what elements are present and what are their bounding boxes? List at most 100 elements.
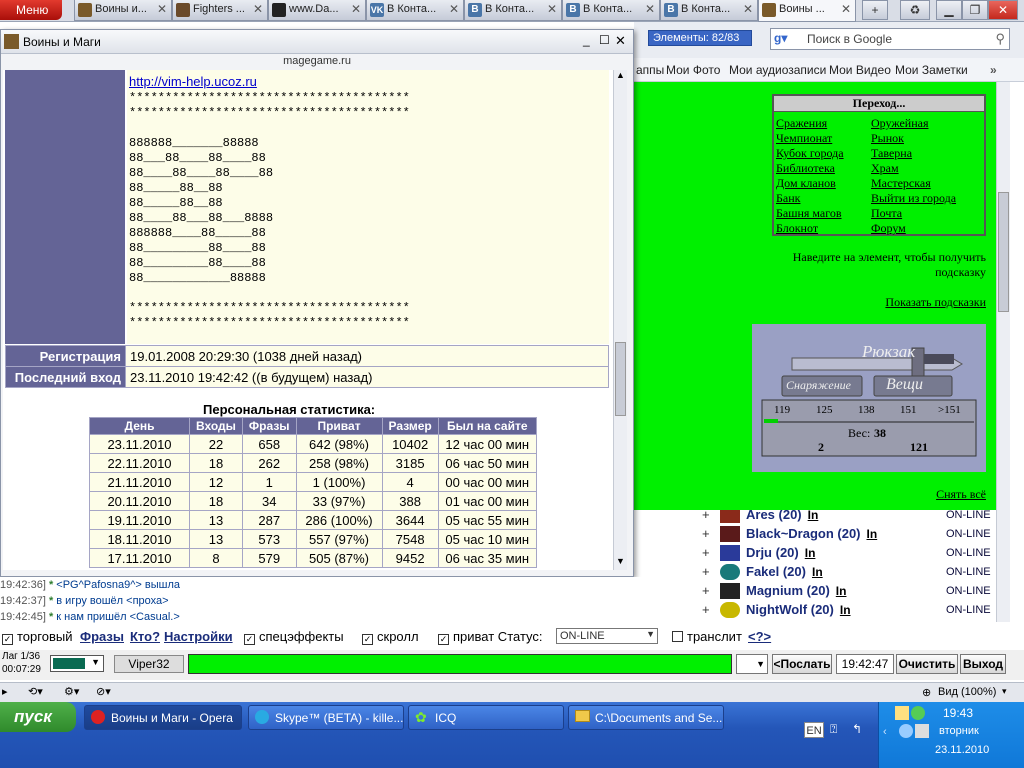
clock-time[interactable]: 19:43 bbox=[943, 706, 973, 720]
taskbar-item-skype[interactable]: Skype™ (BETA) - kille... bbox=[248, 705, 404, 730]
close-tab-icon[interactable]: ✕ bbox=[351, 2, 361, 16]
panel-toggle-icon[interactable]: ▸ bbox=[2, 685, 8, 698]
search-icon[interactable]: ⚲ bbox=[995, 31, 1005, 47]
tray-arrow-icon[interactable]: ↰ bbox=[852, 722, 862, 736]
goto-exit-city[interactable]: Выйти из города bbox=[871, 191, 956, 206]
check-tray-icon[interactable] bbox=[911, 706, 925, 720]
goto-armory[interactable]: Оружейная bbox=[871, 116, 929, 131]
tray-expand-icon[interactable]: ‹ bbox=[883, 726, 887, 738]
tab-2[interactable]: Fighters ... ✕ bbox=[172, 0, 268, 21]
color-select[interactable]: ▼ bbox=[50, 655, 104, 672]
goto-mail[interactable]: Почта bbox=[871, 206, 902, 221]
goto-mage-tower[interactable]: Башня магов bbox=[776, 206, 842, 221]
scroll-down-icon[interactable]: ▼ bbox=[616, 556, 625, 566]
close-window-button[interactable]: ✕ bbox=[988, 0, 1018, 20]
close-tab-icon[interactable]: ✕ bbox=[449, 2, 459, 16]
vk-link-notes[interactable]: Мои Заметки bbox=[895, 63, 968, 77]
taskbar-item-opera[interactable]: Воины и Маги - Opera bbox=[84, 705, 242, 730]
tab-5[interactable]: BВ Конта... ✕ bbox=[464, 0, 562, 21]
scroll-checkbox[interactable]: ✓ bbox=[362, 634, 373, 645]
tab-1[interactable]: Воины и... ✕ bbox=[74, 0, 172, 21]
expand-icon[interactable]: + bbox=[702, 526, 710, 541]
start-button[interactable]: пуск bbox=[0, 702, 76, 732]
profile-link[interactable]: http://vim-help.ucoz.ru bbox=[129, 74, 257, 89]
goto-bank[interactable]: Банк bbox=[776, 191, 800, 206]
more-links-icon[interactable]: » bbox=[990, 63, 997, 77]
recipient-select[interactable]: ▼ bbox=[736, 654, 768, 674]
restore-button[interactable]: ❐ bbox=[962, 0, 988, 20]
player-info-link[interactable]: In bbox=[867, 527, 878, 541]
player-row[interactable]: + NightWolf (20) In ON-LINE bbox=[686, 601, 996, 620]
turbo-icon[interactable]: ⚙▾ bbox=[64, 685, 79, 698]
game-panel-scrollbar[interactable] bbox=[996, 82, 1010, 510]
close-tab-icon[interactable]: ✕ bbox=[841, 2, 851, 16]
exit-button[interactable]: Выход bbox=[960, 654, 1006, 674]
effects-checkbox[interactable]: ✓ bbox=[244, 634, 255, 645]
goto-clan-house[interactable]: Дом кланов bbox=[776, 176, 836, 191]
player-info-link[interactable]: In bbox=[805, 546, 816, 560]
block-icon[interactable]: ⊘▾ bbox=[96, 685, 111, 698]
popup-maximize-button[interactable]: ☐ bbox=[599, 33, 610, 47]
new-tab-button[interactable]: + bbox=[862, 0, 888, 20]
translit-checkbox[interactable] bbox=[672, 631, 683, 642]
taskbar-item-explorer[interactable]: C:\Documents and Se... bbox=[568, 705, 724, 730]
tab-6[interactable]: BВ Конта... ✕ bbox=[562, 0, 660, 21]
settings-link[interactable]: Настройки bbox=[164, 629, 233, 644]
elements-badge[interactable]: Элементы: 82/83 bbox=[648, 30, 752, 46]
send-button[interactable]: <Послать bbox=[772, 654, 832, 674]
player-row[interactable]: + Ares (20) In ON-LINE bbox=[686, 510, 996, 525]
network-tray-icon[interactable] bbox=[899, 724, 913, 738]
goto-tavern[interactable]: Таверна bbox=[871, 146, 912, 161]
expand-icon[interactable]: + bbox=[702, 602, 710, 617]
vk-link-audio[interactable]: Мои аудиозаписи bbox=[729, 63, 826, 77]
clear-button[interactable]: Очистить bbox=[896, 654, 958, 674]
vk-link-video[interactable]: Мои Видео bbox=[829, 63, 891, 77]
player-row[interactable]: + Magnium (20) In ON-LINE bbox=[686, 582, 996, 601]
reload-icon[interactable]: ⟲▾ bbox=[28, 685, 43, 698]
goto-notepad[interactable]: Блокнот bbox=[776, 221, 818, 236]
player-row[interactable]: + Black~Dragon (20) In ON-LINE bbox=[686, 525, 996, 544]
help-link[interactable]: <?> bbox=[748, 629, 771, 644]
who-link[interactable]: Кто? bbox=[130, 629, 160, 644]
help-tray-icon[interactable]: ⍰ bbox=[830, 722, 837, 737]
minimize-button[interactable]: ▁ bbox=[936, 0, 962, 20]
trash-icon[interactable]: ♻ bbox=[900, 0, 930, 20]
nickname-field[interactable]: Viper32 bbox=[114, 655, 184, 673]
language-indicator[interactable]: EN bbox=[804, 722, 824, 738]
items-tab[interactable]: Вещи bbox=[886, 376, 923, 394]
equipment-tab[interactable]: Снаряжение bbox=[786, 378, 851, 393]
expand-icon[interactable]: + bbox=[702, 545, 710, 560]
popup-minimize-button[interactable]: _ bbox=[583, 33, 590, 47]
player-row[interactable]: + Drju (20) In ON-LINE bbox=[686, 544, 996, 563]
close-tab-icon[interactable]: ✕ bbox=[157, 2, 167, 16]
goto-temple[interactable]: Храм bbox=[871, 161, 899, 176]
close-tab-icon[interactable]: ✕ bbox=[645, 2, 655, 16]
popup-close-button[interactable]: ✕ bbox=[615, 33, 626, 49]
player-list-scrollbar[interactable] bbox=[996, 510, 1010, 622]
goto-city-cup[interactable]: Кубок города bbox=[776, 146, 844, 161]
goto-workshop[interactable]: Мастерская bbox=[871, 176, 931, 191]
vk-link-apps[interactable]: аппы bbox=[636, 63, 664, 77]
player-row[interactable]: + Fakel (20) In ON-LINE bbox=[686, 563, 996, 582]
private-checkbox[interactable]: ✓ bbox=[438, 634, 449, 645]
player-info-link[interactable]: In bbox=[836, 584, 847, 598]
trade-checkbox[interactable]: ✓ bbox=[2, 634, 13, 645]
goto-library[interactable]: Библиотека bbox=[776, 161, 835, 176]
tab-7[interactable]: BВ Конта... ✕ bbox=[660, 0, 758, 21]
google-icon[interactable]: g▾ bbox=[774, 31, 802, 47]
popup-scrollbar-thumb[interactable] bbox=[615, 342, 626, 416]
zoom-icon[interactable]: ⊕ bbox=[922, 686, 931, 699]
goto-battles[interactable]: Сражения bbox=[776, 116, 827, 131]
status-select[interactable]: ON-LINE ▼ bbox=[556, 628, 658, 644]
message-input[interactable] bbox=[188, 654, 732, 674]
vk-link-photos[interactable]: Мои Фото bbox=[666, 63, 720, 77]
player-info-link[interactable]: In bbox=[812, 565, 823, 579]
expand-icon[interactable]: + bbox=[702, 564, 710, 579]
expand-icon[interactable]: + bbox=[702, 583, 710, 598]
user-tray-icon[interactable] bbox=[895, 706, 909, 720]
close-tab-icon[interactable]: ✕ bbox=[743, 2, 753, 16]
search-input[interactable]: g▾ Поиск в Google ⚲ bbox=[770, 28, 1010, 50]
goto-championship[interactable]: Чемпионат bbox=[776, 131, 832, 146]
popup-titlebar[interactable]: Воины и Маги _ ☐ ✕ bbox=[1, 30, 633, 54]
take-all-link[interactable]: Снять всё bbox=[874, 487, 986, 502]
